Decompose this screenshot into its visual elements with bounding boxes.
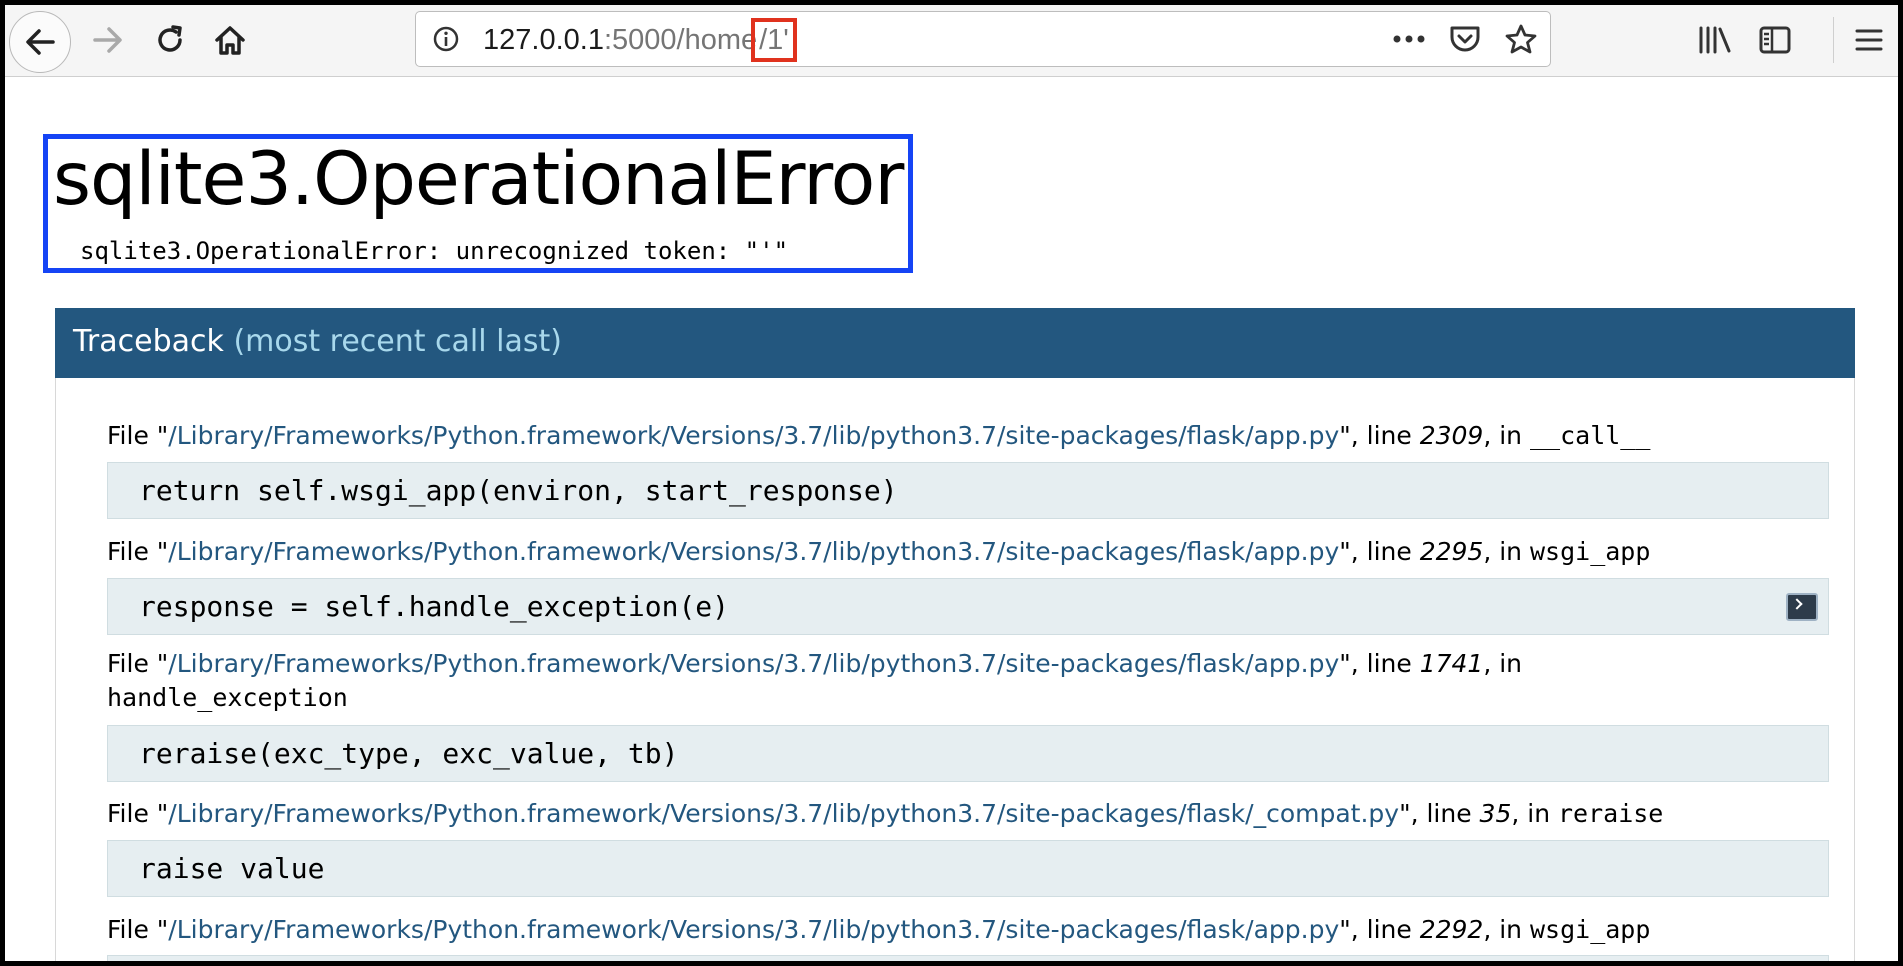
file-path[interactable]: /Library/Frameworks/Python.framework/Ver… xyxy=(168,915,1339,944)
function-name: wsgi_app xyxy=(1529,537,1651,566)
line-prefix: ", line xyxy=(1339,421,1420,450)
file-prefix: File " xyxy=(107,799,169,828)
forward-arrow-icon xyxy=(93,27,122,53)
sidebar-icon xyxy=(1759,26,1791,54)
home-icon xyxy=(215,26,245,55)
in-prefix: , in xyxy=(1483,915,1530,944)
file-prefix: File " xyxy=(107,537,169,566)
line-prefix: ", line xyxy=(1399,799,1480,828)
url-port-path: :5000/home xyxy=(603,24,758,56)
traceback-frame-line-continued: handle_exception xyxy=(107,681,348,715)
traceback-frame-line: File "/Library/Frameworks/Python.framewo… xyxy=(107,797,1663,831)
url-highlighted-segment: /1' xyxy=(751,18,797,62)
function-name: __call__ xyxy=(1529,421,1651,450)
code-block[interactable]: raise value xyxy=(107,840,1829,897)
bookmark-star-icon xyxy=(1505,24,1537,54)
toolbar-right-tools xyxy=(1695,15,1795,65)
code-block[interactable]: return self.wsgi_app(environ, start_resp… xyxy=(107,462,1829,519)
page-content: sqlite3.OperationalError sqlite3.Operati… xyxy=(5,77,1898,961)
code-line: reraise(exc_type, exc_value, tb) xyxy=(139,737,679,770)
more-actions-button[interactable] xyxy=(1388,18,1430,60)
file-prefix: File " xyxy=(107,421,169,450)
reload-icon xyxy=(158,25,182,52)
line-number: 1741 xyxy=(1419,649,1484,678)
file-prefix: File " xyxy=(107,915,169,944)
function-name: handle_exception xyxy=(107,683,348,712)
url-bar[interactable]: 127.0.0.1:5000/home/1' xyxy=(415,11,1551,67)
toolbar-divider xyxy=(1833,17,1834,63)
traceback-frame-line: File "/Library/Frameworks/Python.framewo… xyxy=(107,419,1650,453)
code-block[interactable]: response = self.handle_exception(e) xyxy=(107,578,1829,635)
url-text[interactable]: 127.0.0.1:5000/home/1' xyxy=(483,18,797,62)
file-prefix: File " xyxy=(107,649,169,678)
hamburger-menu-icon xyxy=(1855,29,1883,51)
line-number: 2295 xyxy=(1419,537,1484,566)
back-arrow-icon xyxy=(26,29,55,55)
code-line: response = self.handle_exception(e) xyxy=(139,590,730,623)
traceback-frame-line: File "/Library/Frameworks/Python.framewo… xyxy=(107,535,1650,569)
traceback-title-text: Traceback xyxy=(73,324,224,359)
line-prefix: ", line xyxy=(1339,537,1420,566)
menu-button[interactable] xyxy=(1847,15,1891,65)
line-number: 2292 xyxy=(1419,915,1484,944)
pocket-button[interactable] xyxy=(1444,18,1486,60)
line-number: 35 xyxy=(1479,799,1512,828)
error-title: sqlite3.OperationalError xyxy=(53,137,904,222)
console-icon[interactable] xyxy=(1786,593,1818,621)
traceback-subtitle: (most recent call last) xyxy=(233,324,562,359)
library-icon xyxy=(1699,26,1731,54)
code-line: return self.wsgi_app(environ, start_resp… xyxy=(139,474,898,507)
library-button[interactable] xyxy=(1695,17,1735,63)
function-name: wsgi_app xyxy=(1529,915,1651,944)
line-prefix: ", line xyxy=(1339,915,1420,944)
code-block[interactable]: reraise(exc_type, exc_value, tb) xyxy=(107,725,1829,782)
browser-toolbar: 127.0.0.1:5000/home/1' xyxy=(5,5,1898,77)
line-prefix: ", line xyxy=(1339,649,1420,678)
url-host: 127.0.0.1 xyxy=(483,24,604,56)
code-line: raise value xyxy=(139,852,325,885)
info-icon[interactable] xyxy=(432,25,460,53)
more-actions-icon xyxy=(1393,35,1425,43)
sidebar-button[interactable] xyxy=(1755,17,1795,63)
back-button[interactable] xyxy=(9,11,71,73)
in-prefix: , in xyxy=(1483,537,1530,566)
file-path[interactable]: /Library/Frameworks/Python.framework/Ver… xyxy=(168,537,1339,566)
in-prefix: , in xyxy=(1483,649,1523,678)
home-button[interactable] xyxy=(205,15,255,65)
file-path[interactable]: /Library/Frameworks/Python.framework/Ver… xyxy=(168,649,1339,678)
code-block[interactable] xyxy=(107,955,1829,961)
function-name: reraise xyxy=(1558,799,1664,828)
traceback-title: Traceback (most recent call last) xyxy=(73,324,562,359)
file-path[interactable]: /Library/Frameworks/Python.framework/Ver… xyxy=(168,421,1339,450)
pocket-icon xyxy=(1450,26,1480,52)
bookmark-button[interactable] xyxy=(1500,18,1542,60)
line-number: 2309 xyxy=(1419,421,1484,450)
traceback-frame-line: File "/Library/Frameworks/Python.framewo… xyxy=(107,647,1522,681)
file-path[interactable]: /Library/Frameworks/Python.framework/Ver… xyxy=(168,799,1399,828)
url-actions xyxy=(1388,18,1542,60)
forward-button[interactable] xyxy=(83,15,133,65)
browser-window: 127.0.0.1:5000/home/1' sqlite3.Operation… xyxy=(0,0,1903,966)
error-message: sqlite3.OperationalError: unrecognized t… xyxy=(80,237,789,265)
in-prefix: , in xyxy=(1483,421,1530,450)
traceback-frame-line: File "/Library/Frameworks/Python.framewo… xyxy=(107,913,1650,947)
in-prefix: , in xyxy=(1511,799,1558,828)
reload-button[interactable] xyxy=(145,15,195,65)
traceback-header: Traceback (most recent call last) xyxy=(55,308,1855,378)
